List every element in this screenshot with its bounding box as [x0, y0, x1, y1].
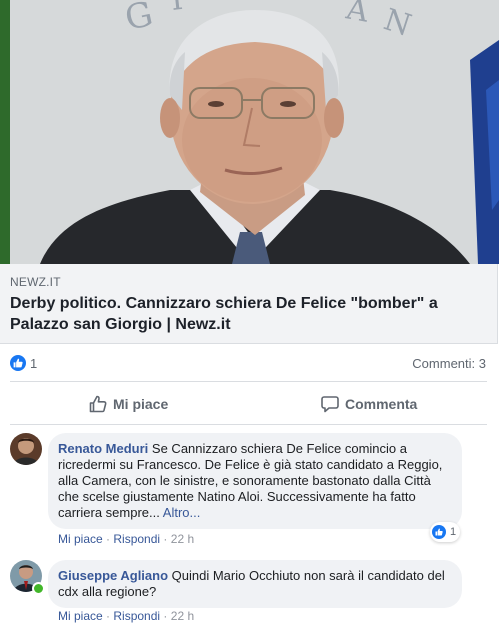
- thumbs-up-outline-icon: [89, 395, 107, 413]
- comment-like-link[interactable]: Mi piace: [58, 532, 103, 546]
- thumbs-up-icon: [432, 525, 446, 539]
- thumbs-up-icon: [10, 355, 26, 371]
- online-status-dot: [32, 582, 45, 595]
- separator: ·: [163, 609, 168, 623]
- separator: ·: [106, 609, 111, 623]
- comment-button[interactable]: Commenta: [321, 392, 417, 416]
- comment-meta: Mi piace · Rispondi · 22 h: [58, 532, 194, 546]
- like-button[interactable]: Mi piace: [89, 392, 168, 416]
- avatar[interactable]: [10, 433, 42, 465]
- portrait-photo: G I A N: [0, 0, 499, 264]
- comment-like-link[interactable]: Mi piace: [58, 609, 103, 623]
- comment-timestamp[interactable]: 22 h: [171, 532, 194, 546]
- link-domain: NEWZ.IT: [10, 275, 61, 289]
- comment-bubble: Giuseppe Agliano Quindi Mario Occhiuto n…: [48, 560, 462, 608]
- link-title[interactable]: Derby politico. Cannizzaro schiera De Fe…: [10, 293, 490, 335]
- like-button-label: Mi piace: [113, 396, 169, 412]
- divider: [10, 381, 487, 382]
- avatar-photo: [10, 433, 42, 465]
- comment-author[interactable]: Giuseppe Agliano: [58, 568, 168, 583]
- comment-timestamp[interactable]: 22 h: [171, 609, 194, 623]
- comments-count-link[interactable]: Commenti: 3: [412, 356, 486, 371]
- link-preview-caption[interactable]: NEWZ.IT Derby politico. Cannizzaro schie…: [0, 264, 498, 344]
- comment-reply-link[interactable]: Rispondi: [113, 532, 160, 546]
- comment-bubble: Renato Meduri Se Cannizzaro schiera De F…: [48, 433, 462, 529]
- comment-reaction-count: 1: [450, 526, 457, 538]
- see-more-link[interactable]: Altro...: [163, 505, 201, 520]
- reactions-summary[interactable]: 1: [10, 354, 37, 372]
- link-preview-image[interactable]: G I A N: [0, 0, 499, 264]
- comment-reply-link[interactable]: Rispondi: [113, 609, 160, 623]
- comment-button-label: Commenta: [345, 396, 418, 412]
- like-count: 1: [30, 355, 38, 371]
- separator: ·: [106, 532, 111, 546]
- comment-reactions[interactable]: 1: [430, 522, 461, 542]
- separator: ·: [163, 532, 168, 546]
- speech-bubble-icon: [321, 396, 339, 413]
- comment-author[interactable]: Renato Meduri: [58, 441, 148, 456]
- comment-meta: Mi piace · Rispondi · 22 h: [58, 609, 194, 623]
- divider: [10, 424, 487, 425]
